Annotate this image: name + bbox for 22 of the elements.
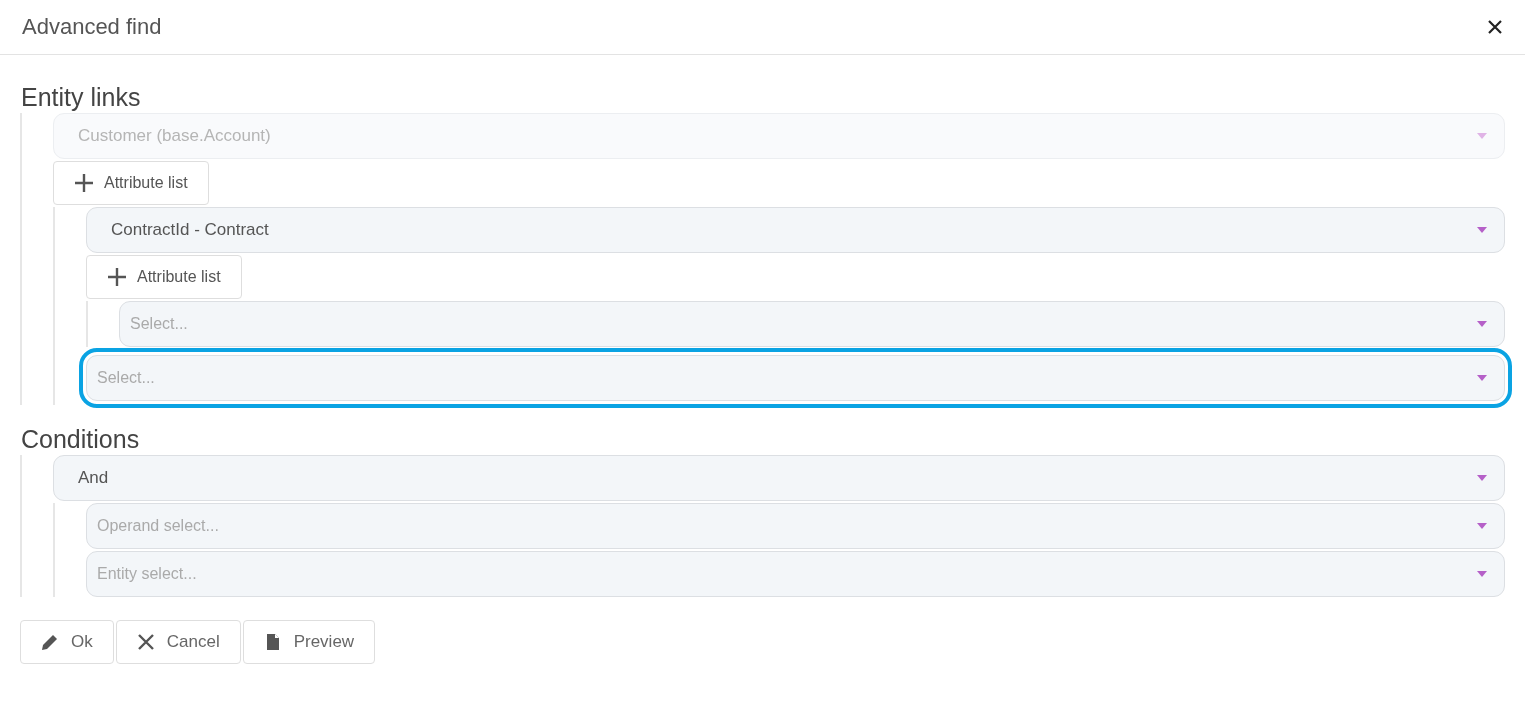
caret-icon: [1477, 133, 1487, 139]
plus-icon: [107, 267, 127, 287]
select-field[interactable]: ContractId - Contract: [86, 207, 1505, 253]
edit-button[interactable]: Ok: [20, 620, 114, 664]
close-icon: [136, 633, 155, 651]
section-title: Conditions: [21, 424, 141, 455]
caret-icon: [1477, 321, 1487, 327]
caret-icon: [1477, 375, 1487, 381]
attribute-list-button[interactable]: Attribute list: [53, 161, 209, 205]
pencil-icon: [41, 633, 59, 651]
caret-icon: [1477, 227, 1487, 233]
plus-icon: [74, 173, 94, 193]
caret-icon: [1477, 475, 1487, 481]
dialog-title: Advanced find: [22, 14, 162, 40]
close-icon[interactable]: [1487, 19, 1503, 35]
select-field[interactable]: And: [53, 455, 1505, 501]
section-title: Entity links: [21, 82, 142, 113]
caret-icon: [1477, 523, 1487, 529]
preview-button[interactable]: Preview: [242, 620, 376, 664]
attribute-list-button[interactable]: Attribute list: [86, 255, 242, 299]
cancel-button[interactable]: Cancel: [115, 620, 241, 664]
caret-icon: [1477, 571, 1487, 577]
